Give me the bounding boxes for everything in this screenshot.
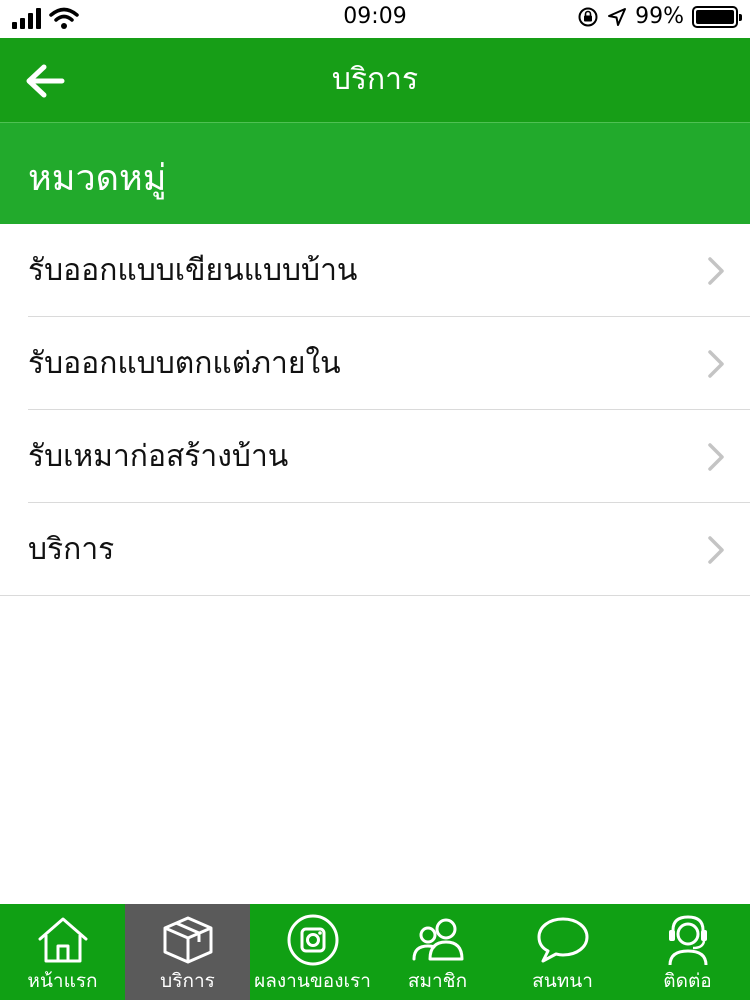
section-header: หมวดหมู่ [0,122,750,224]
home-icon [35,912,91,968]
orientation-lock-icon [578,7,598,26]
chat-bubble-icon [535,912,591,968]
status-bar: 09:09 99% [0,0,750,38]
chevron-right-icon [708,257,724,285]
list-item[interactable]: รับเหมาก่อสร้างบ้าน [0,410,750,503]
box-icon [160,912,216,968]
arrow-left-icon [26,64,65,98]
tab-label: ติดต่อ [663,970,712,992]
list-item-label: รับออกแบบตกแต่ภายใน [28,346,341,381]
battery-percent: 99% [635,4,684,29]
list-item[interactable]: รับออกแบบตกแต่ภายใน [0,317,750,410]
tab-members[interactable]: สมาชิก [375,904,500,1000]
headset-icon [660,912,716,968]
tab-label: สมาชิก [407,970,468,992]
tab-chat[interactable]: สนทนา [500,904,625,1000]
battery-icon [692,5,742,28]
tab-portfolio[interactable]: ผลงานของเรา [250,904,375,1000]
list-item-label: รับออกแบบเขียนแบบบ้าน [28,253,358,288]
section-title: หมวดหมู่ [28,158,167,199]
tab-bar: หน้าแรก บริการ ผลงานของเรา สมาชิก สนทนา … [0,904,750,1000]
tab-label: หน้าแรก [27,970,98,992]
tab-label: ผลงานของเรา [254,970,371,992]
list-item[interactable]: รับออกแบบเขียนแบบบ้าน [0,224,750,317]
page-title: บริการ [331,62,419,97]
tab-label: บริการ [160,970,215,992]
chevron-right-icon [708,350,724,378]
users-icon [410,912,466,968]
status-right: 99% [577,4,742,29]
tab-home[interactable]: หน้าแรก [0,904,125,1000]
tab-contact[interactable]: ติดต่อ [625,904,750,1000]
list-item-label: บริการ [28,532,115,567]
back-button[interactable] [18,54,72,108]
nav-bar: บริการ [0,38,750,122]
chevron-right-icon [708,443,724,471]
tab-services[interactable]: บริการ [125,904,250,1000]
list-item-label: รับเหมาก่อสร้างบ้าน [28,439,289,474]
tab-label: สนทนา [532,970,593,992]
battery-fill [696,9,734,24]
location-arrow-icon [608,7,627,26]
list-item[interactable]: บริการ [0,503,750,596]
instagram-icon [285,912,341,968]
menu-list: รับออกแบบเขียนแบบบ้าน รับออกแบบตกแต่ภายใ… [0,224,750,596]
chevron-right-icon [708,536,724,564]
